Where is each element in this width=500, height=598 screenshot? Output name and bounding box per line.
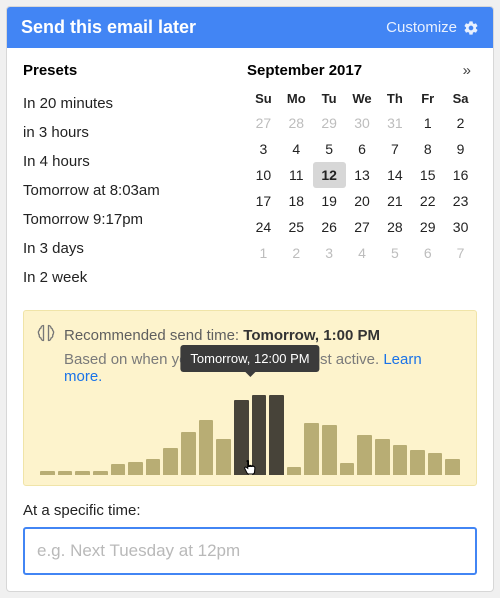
presets-heading: Presets xyxy=(23,62,223,79)
calendar-day[interactable]: 1 xyxy=(411,110,444,136)
chart-bar[interactable] xyxy=(163,448,178,475)
calendar-dow: Tu xyxy=(313,87,346,110)
calendar-day[interactable]: 29 xyxy=(313,110,346,136)
presets-column: Presets In 20 minutesin 3 hoursIn 4 hour… xyxy=(23,62,223,292)
specific-time-input[interactable] xyxy=(23,527,477,575)
calendar-next-button[interactable]: » xyxy=(457,62,477,79)
calendar-day[interactable]: 25 xyxy=(280,214,313,240)
calendar-day[interactable]: 27 xyxy=(346,214,379,240)
calendar-day[interactable]: 29 xyxy=(411,214,444,240)
gear-icon xyxy=(463,20,479,36)
calendar-day[interactable]: 23 xyxy=(444,188,477,214)
calendar-day[interactable]: 15 xyxy=(411,162,444,188)
chart-bar[interactable] xyxy=(410,450,425,475)
chart-bar[interactable] xyxy=(322,425,337,475)
calendar-day[interactable]: 5 xyxy=(313,136,346,162)
calendar-dow: Mo xyxy=(280,87,313,110)
preset-item[interactable]: in 3 hours xyxy=(23,118,223,147)
recommended-text: Recommended send time: Tomorrow, 1:00 PM xyxy=(64,327,380,344)
calendar-day[interactable]: 30 xyxy=(444,214,477,240)
calendar-month-label: September 2017 xyxy=(247,62,457,79)
calendar-day[interactable]: 21 xyxy=(378,188,411,214)
calendar-day[interactable]: 3 xyxy=(247,136,280,162)
calendar-day[interactable]: 16 xyxy=(444,162,477,188)
calendar-dow: Th xyxy=(378,87,411,110)
preset-item[interactable]: In 3 days xyxy=(23,234,223,263)
calendar-day[interactable]: 28 xyxy=(378,214,411,240)
calendar-day[interactable]: 7 xyxy=(444,240,477,266)
chart-bar[interactable] xyxy=(40,471,55,475)
preset-item[interactable]: In 4 hours xyxy=(23,147,223,176)
calendar-day[interactable]: 5 xyxy=(378,240,411,266)
calendar-dow: We xyxy=(346,87,379,110)
calendar-day[interactable]: 3 xyxy=(313,240,346,266)
chart-bar[interactable] xyxy=(146,459,161,475)
calendar-day[interactable]: 6 xyxy=(411,240,444,266)
calendar-day[interactable]: 13 xyxy=(346,162,379,188)
chart-bar[interactable] xyxy=(269,395,284,475)
calendar-day[interactable]: 12 xyxy=(313,162,346,188)
calendar-day[interactable]: 2 xyxy=(280,240,313,266)
preset-item[interactable]: Tomorrow 9:17pm xyxy=(23,205,223,234)
chart-bar[interactable] xyxy=(340,463,355,475)
calendar-day[interactable]: 26 xyxy=(313,214,346,240)
calendar-day[interactable]: 31 xyxy=(378,110,411,136)
calendar-day[interactable]: 11 xyxy=(280,162,313,188)
customize-button[interactable]: Customize xyxy=(386,19,479,36)
calendar-day[interactable]: 18 xyxy=(280,188,313,214)
calendar-day[interactable]: 17 xyxy=(247,188,280,214)
calendar-day[interactable]: 10 xyxy=(247,162,280,188)
calendar-day[interactable]: 30 xyxy=(346,110,379,136)
chart-bar[interactable] xyxy=(445,459,460,475)
calendar-day[interactable]: 20 xyxy=(346,188,379,214)
calendar-day[interactable]: 27 xyxy=(247,110,280,136)
chart-bar[interactable] xyxy=(393,445,408,475)
chart-bar[interactable] xyxy=(111,464,126,475)
calendar-day[interactable]: 7 xyxy=(378,136,411,162)
chart-bar[interactable] xyxy=(181,432,196,475)
calendar-day[interactable]: 1 xyxy=(247,240,280,266)
chart-bar[interactable] xyxy=(216,439,231,475)
chart-bar[interactable] xyxy=(304,423,319,475)
chart-bar[interactable] xyxy=(252,395,267,475)
chart-bar[interactable] xyxy=(287,467,302,475)
send-later-panel: Send this email later Customize Presets … xyxy=(6,6,494,592)
calendar-dow: Fr xyxy=(411,87,444,110)
recommended-send-time: Recommended send time: Tomorrow, 1:00 PM… xyxy=(23,310,477,486)
panel-header: Send this email later Customize xyxy=(7,7,493,48)
panel-title: Send this email later xyxy=(21,17,386,38)
chart-bar[interactable] xyxy=(58,471,73,475)
calendar-day[interactable]: 19 xyxy=(313,188,346,214)
chart-bar[interactable] xyxy=(199,420,214,475)
calendar-day[interactable]: 6 xyxy=(346,136,379,162)
chart-bar[interactable] xyxy=(428,453,443,475)
calendar-day[interactable]: 22 xyxy=(411,188,444,214)
calendar-day[interactable]: 8 xyxy=(411,136,444,162)
calendar-day[interactable]: 4 xyxy=(280,136,313,162)
chart-bar[interactable] xyxy=(375,439,390,475)
calendar-day[interactable]: 28 xyxy=(280,110,313,136)
calendar-day[interactable]: 4 xyxy=(346,240,379,266)
chart-bar[interactable] xyxy=(234,400,249,475)
calendar-day[interactable]: 24 xyxy=(247,214,280,240)
calendar-day[interactable]: 2 xyxy=(444,110,477,136)
chart-bar[interactable] xyxy=(75,471,90,475)
chart-bar[interactable] xyxy=(93,471,108,475)
calendar-dow: Sa xyxy=(444,87,477,110)
chart-bar[interactable] xyxy=(357,435,372,475)
calendar-day[interactable]: 9 xyxy=(444,136,477,162)
specific-time-label: At a specific time: xyxy=(23,502,477,519)
brain-icon xyxy=(36,323,56,347)
chart-bar[interactable] xyxy=(128,462,143,475)
activity-chart[interactable] xyxy=(36,393,464,475)
customize-label: Customize xyxy=(386,19,457,36)
calendar-day[interactable]: 14 xyxy=(378,162,411,188)
preset-item[interactable]: Tomorrow at 8:03am xyxy=(23,176,223,205)
calendar-dow: Su xyxy=(247,87,280,110)
calendar: September 2017 » SuMoTuWeThFrSa 27282930… xyxy=(247,62,477,292)
preset-item[interactable]: In 20 minutes xyxy=(23,89,223,118)
preset-item[interactable]: In 2 week xyxy=(23,263,223,292)
recommended-subtext: Based on when your recipients are most a… xyxy=(64,351,464,385)
